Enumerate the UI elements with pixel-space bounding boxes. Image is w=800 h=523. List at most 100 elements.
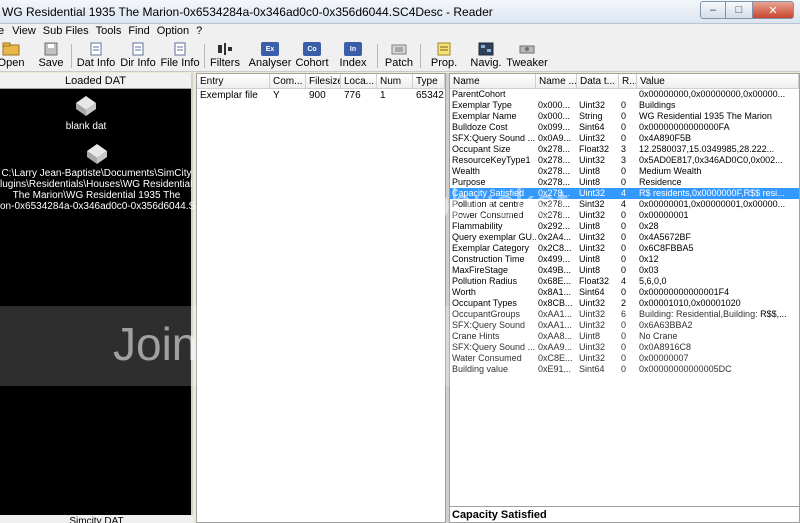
table-cell: 0x68E... <box>538 276 572 286</box>
table-cell: 5,6,0,0 <box>639 276 667 286</box>
analyser-icon: Ex <box>261 42 279 56</box>
menu-option[interactable]: Option <box>157 24 196 40</box>
table-cell: SFX:Query Sound ... <box>452 133 536 143</box>
table-row[interactable]: Occupant Size 0x278... Float32 3 12.2580037,… <box>450 144 799 155</box>
table-cell: 0 <box>621 243 627 253</box>
col-entry[interactable]: Entry <box>197 74 270 88</box>
maximize-button[interactable]: □ <box>726 1 752 19</box>
table-row[interactable]: Query exemplar GU... 0x2A4... Uint32 0 0x4A5… <box>450 232 799 243</box>
tweaker-icon <box>518 42 536 56</box>
filter-icon <box>216 42 234 56</box>
menu-view[interactable]: View <box>12 24 43 40</box>
table-cell: Uint32 <box>579 210 606 220</box>
table-cell: 0x00000000,0x00000000,0x00000... <box>639 89 786 99</box>
analyser-button[interactable]: Ex Analyser <box>249 41 291 71</box>
table-cell: 0x000... <box>538 100 571 110</box>
table-row[interactable]: Worth 0x8A1... Sint64 0 0x00000000000001F4 <box>450 287 799 298</box>
col-name[interactable]: Name <box>450 74 536 88</box>
table-cell: 0x00000000000001F4 <box>639 287 730 297</box>
col-data-type[interactable]: Data t... <box>577 74 619 88</box>
table-cell: 0x0A9... <box>538 133 572 143</box>
save-button[interactable]: Save <box>38 41 64 71</box>
prop-button[interactable]: Prop. <box>431 41 457 71</box>
tweaker-button[interactable]: Tweaker <box>506 41 548 71</box>
table-row[interactable]: MaxFireStage 0x49B... Uint8 0 0x03 <box>450 265 799 276</box>
table-cell: 0 <box>621 232 627 242</box>
dat-item-blank[interactable]: blank dat <box>56 95 116 132</box>
table-cell: 0 <box>621 122 627 132</box>
table-row[interactable]: Bulldoze Cost 0x099... Sint64 0 0x0000000000… <box>450 122 799 133</box>
table-cell: 0 <box>621 133 627 143</box>
patch-button[interactable]: Patch <box>384 41 414 71</box>
table-cell: 3 <box>621 155 627 165</box>
col-num[interactable]: Num <box>377 74 413 88</box>
table-cell: Float32 <box>579 276 610 286</box>
table-row[interactable]: SFX:Query Sound ... 0x0A9... Uint32 0 0x4A89… <box>450 133 799 144</box>
table-cell: Residence <box>639 177 682 187</box>
menu-bar: e View Sub Files Tools Find Option ? <box>0 24 800 40</box>
table-cell: Exemplar Name <box>452 111 517 121</box>
dat-info-icon <box>87 42 105 56</box>
col-name-value[interactable]: Name ... <box>536 74 577 88</box>
menu-help[interactable]: ? <box>196 24 209 40</box>
simcity-dat-footer: Simcity DAT <box>0 515 193 523</box>
patch-icon <box>390 42 408 56</box>
entries-panel: Entry Com... Filesize Loca... Num Type E… <box>196 73 446 523</box>
table-cell: Sint64 <box>579 122 605 132</box>
filters-button[interactable]: Filters <box>210 41 240 71</box>
dir-info-button[interactable]: Dir Info <box>120 41 156 71</box>
table-cell: Sint32 <box>579 199 605 209</box>
cohort-button[interactable]: Co Cohort <box>295 41 329 71</box>
menu-tools[interactable]: Tools <box>96 24 129 40</box>
open-button[interactable]: Open <box>0 41 26 71</box>
col-value[interactable]: Value <box>637 74 799 88</box>
table-cell: Uint32 <box>579 100 606 110</box>
toolbar: Open Save Dat Info Dir Info File Info Fi… <box>0 40 800 72</box>
toolbar-separator <box>420 44 421 68</box>
table-cell: R$ residents,0x0000000F,R$$ resi... <box>639 188 785 198</box>
table-row[interactable]: Exemplar file Y 900 776 1 65342 <box>197 89 445 102</box>
table-cell: 0x4A890F5B <box>639 133 692 143</box>
table-cell: Uint32 <box>579 232 606 242</box>
table-cell: Sint64 <box>579 287 605 297</box>
table-row[interactable]: Exemplar Name 0x000... String 0 WG Residenti… <box>450 111 799 122</box>
col-compressed[interactable]: Com... <box>270 74 306 88</box>
file-info-button[interactable]: File Info <box>160 41 200 71</box>
table-row[interactable]: ResourceKeyType1 0x278... Uint32 3 0x5AD0E81… <box>450 155 799 166</box>
col-location[interactable]: Loca... <box>341 74 377 88</box>
navig-button[interactable]: Navig. <box>470 41 502 71</box>
table-row[interactable]: Wealth 0x278... Uint8 0 Medium Wealth <box>450 166 799 177</box>
dir-info-icon <box>129 42 147 56</box>
entries-header: Entry Com... Filesize Loca... Num Type <box>197 74 445 89</box>
dat-item-loaded[interactable]: C:\Larry Jean-Baptiste\Documents\SimCity… <box>0 143 231 212</box>
col-type[interactable]: Type <box>413 74 445 88</box>
table-cell: 0x278... <box>538 166 571 176</box>
table-row[interactable]: Exemplar Type 0x000... Uint32 0 Buildings <box>450 100 799 111</box>
dat-info-button[interactable]: Dat Info <box>77 41 115 71</box>
properties-panel: Name Name ... Data t... R... Value Paren… <box>449 73 800 523</box>
table-cell: 0 <box>621 287 627 297</box>
minimize-button[interactable]: – <box>700 1 726 19</box>
table-row[interactable]: Pollution Radius 0x68E... Float32 4 5,6,0,0 <box>450 276 799 287</box>
col-rep[interactable]: R... <box>619 74 637 88</box>
table-cell <box>619 89 637 100</box>
table-row[interactable]: Construction Time 0x499... Uint8 0 0x12 <box>450 254 799 265</box>
menu-sub-files[interactable]: Sub Files <box>43 24 96 40</box>
close-button[interactable]: ✕ <box>752 1 794 19</box>
properties-header: Name Name ... Data t... R... Value <box>450 74 799 89</box>
table-row[interactable]: ParentCohort 0x00000000,0x00000000,0x0000… <box>450 89 799 100</box>
table-cell: Uint8 <box>579 221 601 231</box>
window-title: WG Residential 1935 The Marion-0x6534284… <box>2 5 493 19</box>
table-row[interactable]: Exemplar Category 0x2C8... Uint32 0 0x6C8FBB… <box>450 243 799 254</box>
dat-item-label: blank dat <box>65 121 107 132</box>
table-cell: 0x278... <box>538 155 571 165</box>
dat-item-path: C:\Larry Jean-Baptiste\Documents\SimCity… <box>0 168 231 212</box>
menu-file[interactable]: e <box>0 24 12 40</box>
table-cell: 0x6C8FBBA5 <box>639 243 694 253</box>
table-cell: Uint32 <box>579 155 606 165</box>
table-cell: Uint32 <box>579 188 606 198</box>
col-filesize[interactable]: Filesize <box>306 74 341 88</box>
table-cell: 0x4A5672BF <box>639 232 692 242</box>
index-button[interactable]: In Index <box>338 41 368 71</box>
menu-find[interactable]: Find <box>128 24 156 40</box>
